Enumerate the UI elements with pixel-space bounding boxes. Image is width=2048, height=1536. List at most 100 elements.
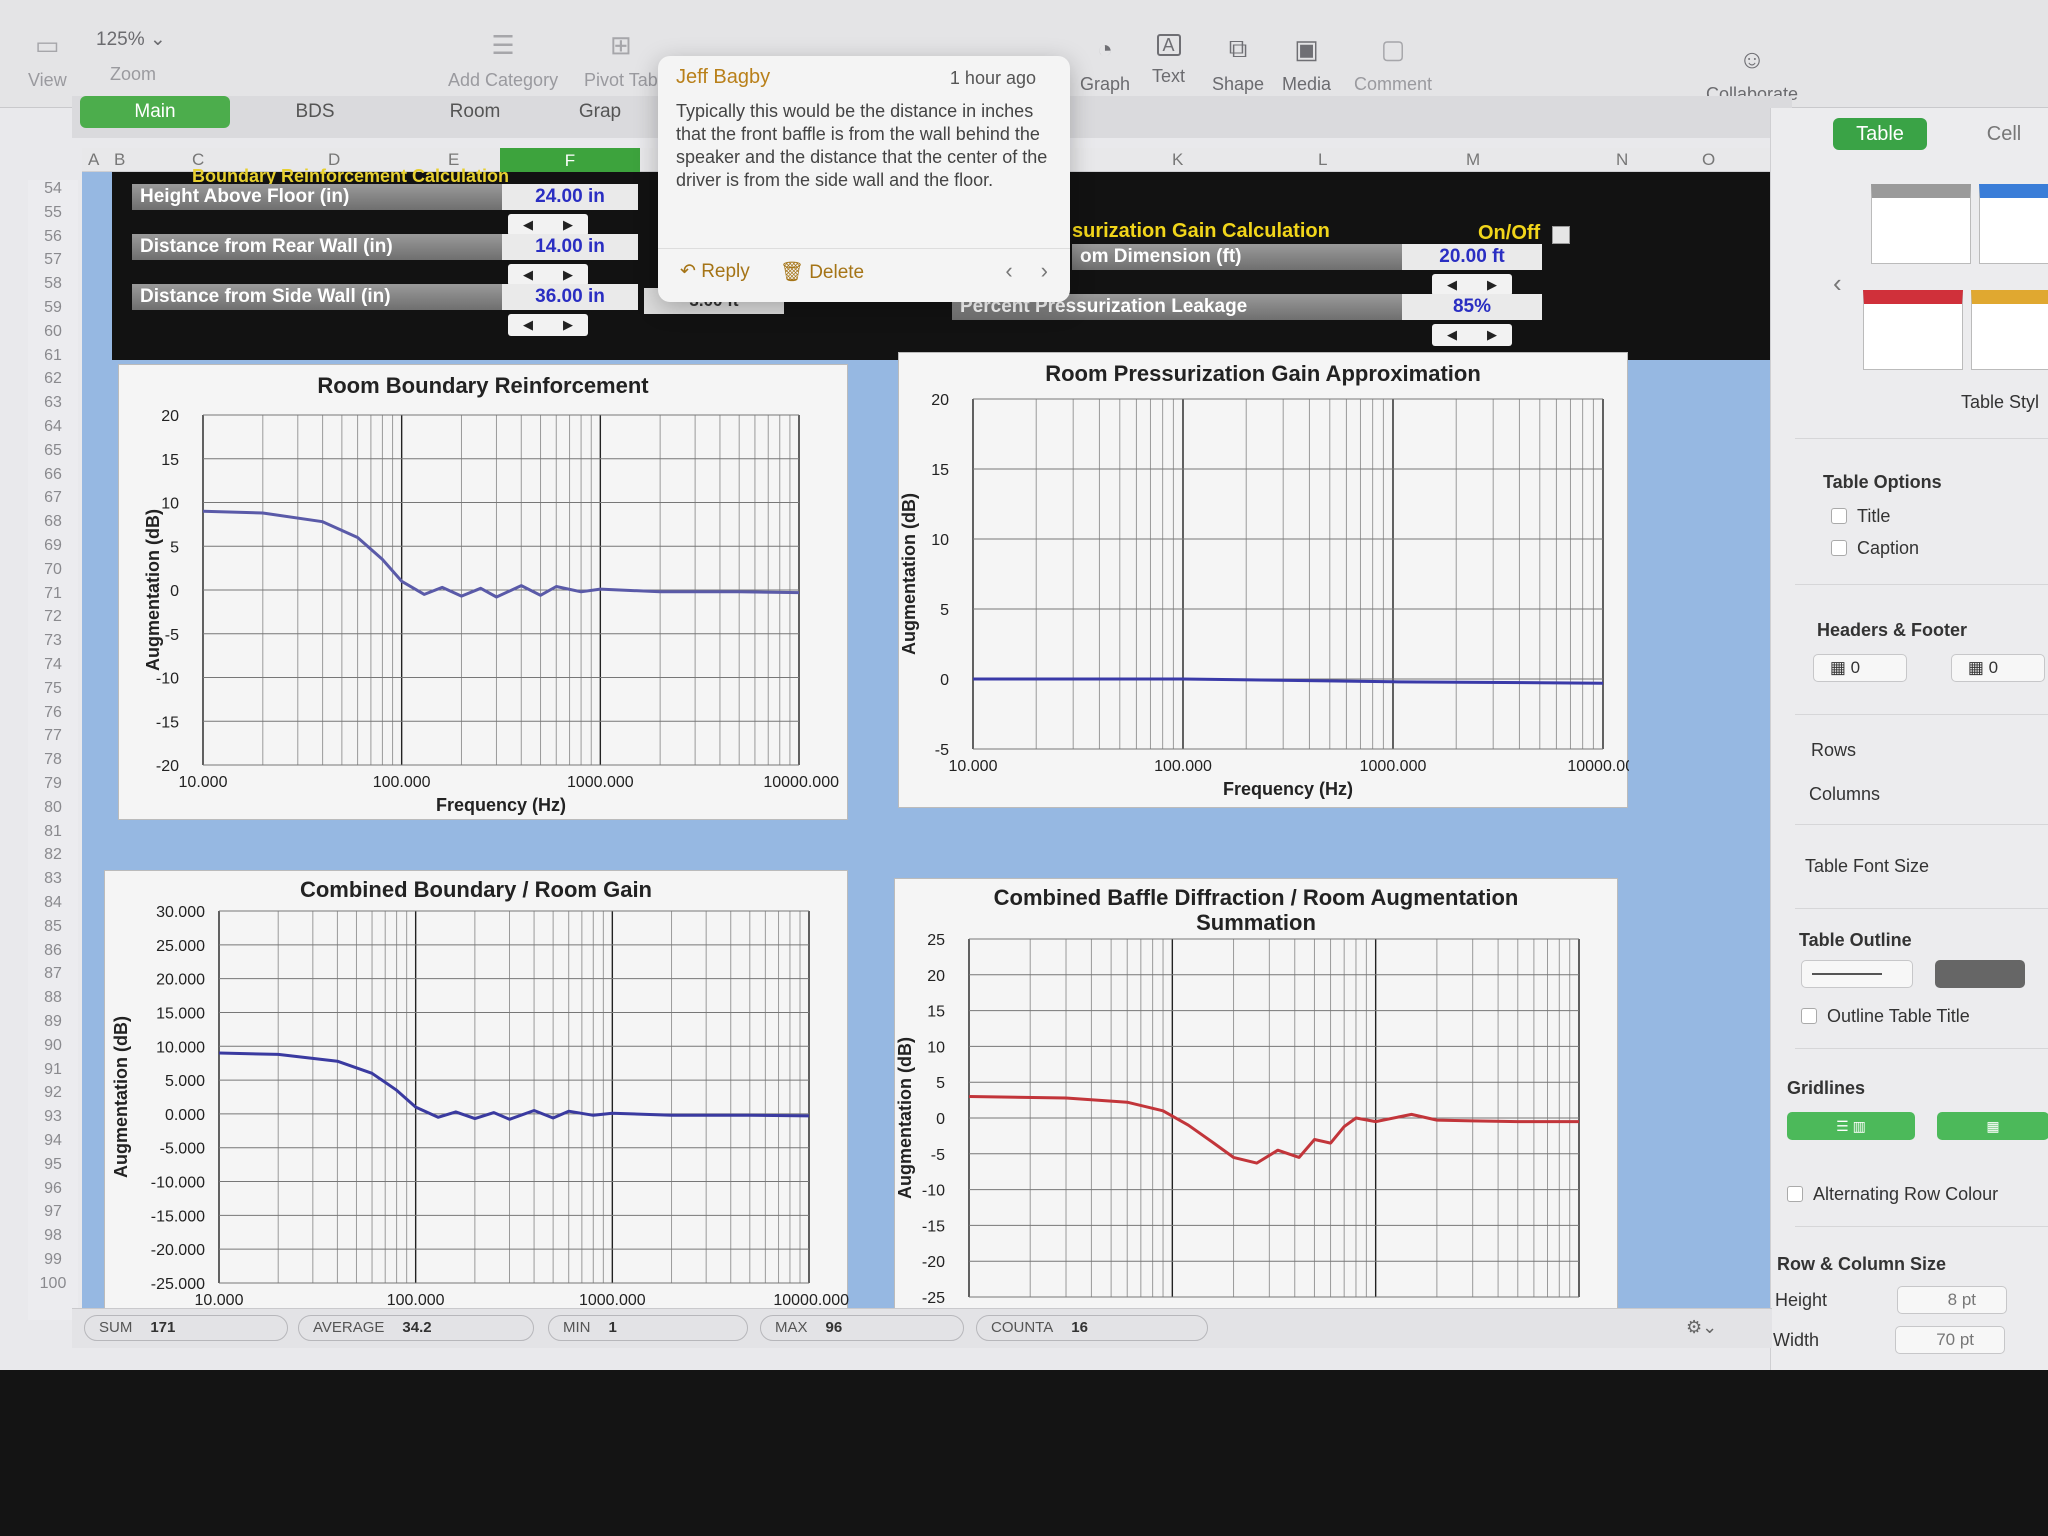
row-header-88[interactable]: 88 [28, 989, 78, 1007]
add-category-button[interactable]: ☰ Add Category [448, 30, 558, 91]
row-header-86[interactable]: 86 [28, 942, 78, 960]
tab-table[interactable]: Table [1833, 118, 1927, 150]
tab-main[interactable]: Main [80, 96, 230, 128]
col-k[interactable]: K [1172, 150, 1183, 170]
next-comment-icon[interactable]: › [1041, 258, 1048, 284]
min-pill[interactable]: MIN 1 [548, 1315, 748, 1341]
row-header-100[interactable]: 100 [28, 1275, 78, 1293]
sum-pill[interactable]: SUM 171 [84, 1315, 288, 1341]
table-style-red[interactable] [1863, 290, 1963, 370]
column-width-field[interactable]: 70 pt [1895, 1326, 2005, 1354]
table-style-blue[interactable] [1979, 184, 2048, 264]
increment-icon[interactable]: ▶ [1487, 327, 1497, 343]
zoom-select[interactable]: 125% ⌄ [96, 28, 166, 51]
text-button[interactable]: A Text [1152, 34, 1185, 87]
row-header-65[interactable]: 65 [28, 442, 78, 460]
row-header-54[interactable]: 54 [28, 180, 78, 198]
checkbox[interactable] [1801, 1008, 1817, 1024]
outline-title-option[interactable]: Outline Table Title [1801, 1006, 1970, 1027]
room-dimension-value[interactable]: 20.00 ft [1402, 244, 1542, 270]
caption-option[interactable]: Caption [1831, 538, 1919, 559]
row-header-94[interactable]: 94 [28, 1132, 78, 1150]
col-o[interactable]: O [1702, 150, 1715, 170]
row-header-64[interactable]: 64 [28, 418, 78, 436]
row-header-58[interactable]: 58 [28, 275, 78, 293]
gridlines-vertical-button[interactable]: ▦ [1937, 1112, 2048, 1140]
row-header-74[interactable]: 74 [28, 656, 78, 674]
comment-button[interactable]: ▢ Comment [1354, 34, 1432, 95]
view-button[interactable]: ▭ View [28, 30, 67, 91]
checkbox[interactable] [1787, 1186, 1803, 1202]
row-header-97[interactable]: 97 [28, 1203, 78, 1221]
row-header-77[interactable]: 77 [28, 727, 78, 745]
decrement-icon[interactable]: ◀ [523, 267, 533, 283]
counta-pill[interactable]: COUNTA 16 [976, 1315, 1208, 1341]
row-header-60[interactable]: 60 [28, 323, 78, 341]
height-value[interactable]: 24.00 in [502, 184, 638, 210]
row-header-73[interactable]: 73 [28, 632, 78, 650]
row-header-78[interactable]: 78 [28, 751, 78, 769]
row-header-87[interactable]: 87 [28, 965, 78, 983]
onoff-checkbox[interactable] [1552, 226, 1570, 244]
increment-icon[interactable]: ▶ [563, 217, 573, 233]
row-height-field[interactable]: 8 pt [1897, 1286, 2007, 1314]
row-header-82[interactable]: 82 [28, 846, 78, 864]
row-header-61[interactable]: 61 [28, 347, 78, 365]
outline-style-select[interactable] [1801, 960, 1913, 988]
room-dimension-stepper[interactable]: ◀ ▶ [1432, 274, 1512, 296]
side-wall-value[interactable]: 36.00 in [502, 284, 638, 310]
max-pill[interactable]: MAX 96 [760, 1315, 964, 1341]
row-header-66[interactable]: 66 [28, 466, 78, 484]
row-header-67[interactable]: 67 [28, 489, 78, 507]
row-header-81[interactable]: 81 [28, 823, 78, 841]
row-header-89[interactable]: 89 [28, 1013, 78, 1031]
row-header-70[interactable]: 70 [28, 561, 78, 579]
chart-room-pressurization[interactable]: Room Pressurization Gain Approximation 2… [898, 352, 1629, 808]
row-header-62[interactable]: 62 [28, 370, 78, 388]
delete-button[interactable]: 🗑 Delete [780, 260, 864, 284]
header-rows-stepper[interactable]: ▦ 0 [1813, 654, 1907, 682]
row-header-75[interactable]: 75 [28, 680, 78, 698]
decrement-icon[interactable]: ◀ [1447, 327, 1457, 343]
pivot-table-button[interactable]: ⊞ Pivot Tab [584, 30, 658, 91]
outline-color-well[interactable] [1935, 960, 2025, 988]
previous-comment-icon[interactable]: ‹ [1005, 258, 1012, 284]
row-header-91[interactable]: 91 [28, 1061, 78, 1079]
footer-rows-stepper[interactable]: ▦ 0 [1951, 654, 2045, 682]
row-header-57[interactable]: 57 [28, 251, 78, 269]
gridlines-horizontal-button[interactable]: ☰ ▥ [1787, 1112, 1915, 1140]
col-a[interactable]: A [88, 150, 99, 170]
height-stepper[interactable]: ◀ ▶ [508, 214, 588, 236]
row-header-76[interactable]: 76 [28, 704, 78, 722]
title-option[interactable]: Title [1831, 506, 1890, 527]
alternating-row-option[interactable]: Alternating Row Colour [1787, 1184, 1998, 1205]
row-header-69[interactable]: 69 [28, 537, 78, 555]
row-header-95[interactable]: 95 [28, 1156, 78, 1174]
rear-wall-value[interactable]: 14.00 in [502, 234, 638, 260]
row-header-80[interactable]: 80 [28, 799, 78, 817]
media-button[interactable]: ▣ Media [1282, 34, 1331, 95]
reply-button[interactable]: ↶ Reply [680, 260, 750, 284]
checkbox[interactable] [1831, 540, 1847, 556]
row-header-92[interactable]: 92 [28, 1084, 78, 1102]
chart-combined-baffle-diffraction[interactable]: Combined Baffle Diffraction / Room Augme… [894, 878, 1618, 1322]
increment-icon[interactable]: ▶ [563, 317, 573, 333]
col-f-selected[interactable]: F [500, 148, 640, 173]
row-header-83[interactable]: 83 [28, 870, 78, 888]
row-header-55[interactable]: 55 [28, 204, 78, 222]
tab-room[interactable]: Room [400, 96, 550, 128]
decrement-icon[interactable]: ◀ [523, 217, 533, 233]
tab-cell[interactable]: Cell [1957, 118, 2048, 150]
row-header-56[interactable]: 56 [28, 228, 78, 246]
tab-bds[interactable]: BDS [240, 96, 390, 128]
tab-graph[interactable]: Grap [560, 96, 640, 128]
chevron-left-icon[interactable]: ‹ [1833, 268, 1842, 299]
col-l[interactable]: L [1318, 150, 1327, 170]
row-header-96[interactable]: 96 [28, 1180, 78, 1198]
row-header-93[interactable]: 93 [28, 1108, 78, 1126]
status-settings-icon[interactable]: ⚙⌄ [1686, 1317, 1717, 1338]
chart-room-boundary[interactable]: Room Boundary Reinforcement 20 15 10 5 0 -5 -1… [118, 364, 848, 820]
row-header-68[interactable]: 68 [28, 513, 78, 531]
row-header-99[interactable]: 99 [28, 1251, 78, 1269]
increment-icon[interactable]: ▶ [1487, 277, 1497, 293]
